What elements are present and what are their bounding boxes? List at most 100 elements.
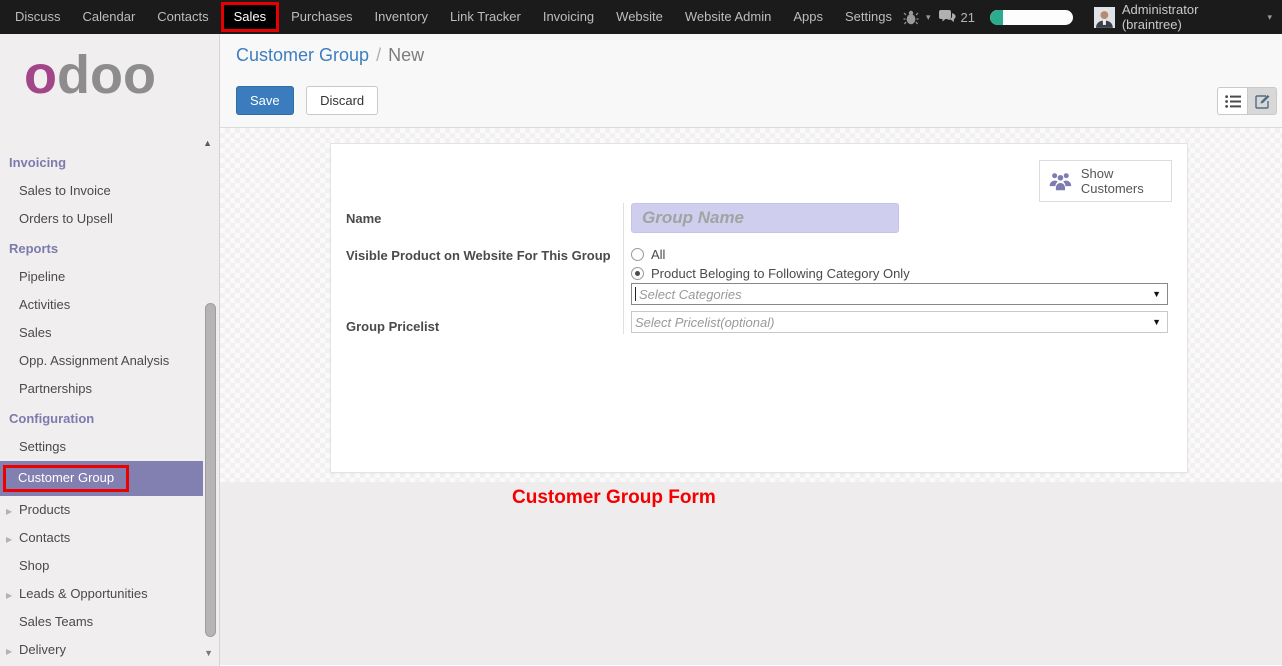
sidebar-item-pipeline[interactable]: Pipeline (0, 263, 219, 291)
sidebar-item-products[interactable]: ▶ Products (0, 496, 219, 524)
chevron-right-icon: ▶ (6, 645, 12, 659)
messages-icon[interactable] (938, 10, 957, 25)
sidebar-item-activities[interactable]: Activities (0, 291, 219, 319)
sidebar-item-customer-group[interactable]: Customer Group (0, 461, 203, 496)
odoo-logo: odoo (24, 48, 156, 102)
nav-item-settings[interactable]: Settings (834, 0, 903, 34)
user-caret-icon[interactable]: ▾ (1267, 12, 1272, 23)
timer-progress-fill (990, 10, 1003, 25)
name-field-label: Name (331, 203, 623, 245)
chevron-right-icon: ▶ (6, 589, 12, 603)
categories-spacer-label (331, 283, 623, 311)
breadcrumb-current: New (388, 45, 424, 65)
nav-item-discuss[interactable]: Discuss (4, 0, 72, 34)
nav-item-inventory[interactable]: Inventory (364, 0, 439, 34)
save-button[interactable]: Save (236, 86, 294, 115)
nav-item-link-tracker[interactable]: Link Tracker (439, 0, 532, 34)
visibility-field-label: Visible Product on Website For This Grou… (331, 245, 623, 283)
nav-item-apps[interactable]: Apps (782, 0, 834, 34)
customers-group-icon (1048, 170, 1073, 193)
name-field-cell (623, 203, 1168, 245)
list-view-button[interactable] (1217, 87, 1247, 115)
sidebar-item-sales[interactable]: Sales (0, 319, 219, 347)
control-panel: Customer Group/New Save Discard (220, 34, 1282, 128)
select-pricelist-placeholder: Select Pricelist(optional) (632, 315, 774, 330)
nav-item-invoicing[interactable]: Invoicing (532, 0, 605, 34)
top-navbar: Discuss Calendar Contacts Sales Purchase… (0, 0, 1282, 34)
nav-item-website-admin[interactable]: Website Admin (674, 0, 782, 34)
sidebar-item-contacts[interactable]: ▶ Contacts (0, 524, 219, 552)
visibility-field-cell: All Product Beloging to Following Catego… (623, 245, 1168, 283)
sidebar-item-partnerships[interactable]: Partnerships (0, 375, 219, 403)
nav-item-contacts[interactable]: Contacts (146, 0, 219, 34)
chevron-right-icon: ▶ (6, 533, 12, 547)
select-categories-placeholder: Select Categories (636, 287, 742, 302)
visibility-option-category-only-label: Product Beloging to Following Category O… (651, 266, 910, 281)
bug-caret-icon[interactable]: ▾ (926, 12, 931, 23)
form-grid: Name Visible Product on Website For This… (331, 203, 1168, 334)
sidebar-item-sales-teams[interactable]: Sales Teams (0, 608, 219, 636)
sidebar-item-label: Leads & Opportunities (19, 586, 148, 601)
sidebar-item-label: Delivery (19, 642, 66, 657)
show-customers-button[interactable]: Show Customers (1039, 160, 1172, 202)
sidebar-item-orders-to-upsell[interactable]: Orders to Upsell (0, 205, 219, 233)
sidebar-item-leads-opportunities[interactable]: ▶ Leads & Opportunities (0, 580, 219, 608)
logo-rest: doo (57, 45, 156, 105)
avatar[interactable] (1094, 7, 1115, 28)
user-menu-label[interactable]: Administrator (braintree) (1122, 2, 1261, 32)
form-sheet-background: Show Customers Name Visible Product on W… (220, 128, 1282, 482)
sidebar-item-label: Products (19, 502, 70, 517)
main-content: Customer Group/New Save Discard (220, 34, 1282, 666)
sidebar-item-delivery[interactable]: ▶ Delivery (0, 636, 219, 664)
visibility-option-all[interactable]: All (631, 245, 1168, 264)
dropdown-arrow-icon[interactable]: ▼ (1152, 289, 1161, 299)
sidebar-section-invoicing: Invoicing (0, 147, 219, 177)
annotation-caption: Customer Group Form (512, 487, 716, 509)
sidebar-scrollbar[interactable] (205, 303, 216, 637)
sidebar-item-label: Contacts (19, 530, 70, 545)
bug-icon[interactable] (903, 10, 919, 25)
list-icon (1225, 95, 1241, 108)
page: { "topnav": { "items": [ {"label": "Disc… (0, 0, 1282, 666)
logo-first-letter: o (24, 45, 57, 105)
nav-item-purchases[interactable]: Purchases (280, 0, 363, 34)
group-name-input[interactable] (631, 203, 899, 233)
select-pricelist-dropdown[interactable]: Select Pricelist(optional) ▼ (631, 311, 1168, 333)
breadcrumb-customer-group-link[interactable]: Customer Group (236, 45, 369, 65)
topnav-right-tools: ▾ 21 Administrator (braintree) ▾ (903, 2, 1282, 32)
timer-progress-pill[interactable] (990, 10, 1073, 25)
pricelist-field-cell: Select Pricelist(optional) ▼ (623, 311, 1168, 334)
select-categories-dropdown[interactable]: Select Categories ▼ (631, 283, 1168, 305)
discard-button[interactable]: Discard (306, 86, 378, 115)
customer-group-highlight-annotation: Customer Group (3, 465, 129, 492)
radio-selected-icon[interactable] (631, 267, 644, 280)
nav-item-website[interactable]: Website (605, 0, 674, 34)
chevron-right-icon: ▶ (6, 505, 12, 519)
message-count-badge[interactable]: 21 (961, 10, 975, 25)
customer-group-form-card: Show Customers Name Visible Product on W… (330, 143, 1188, 473)
nav-item-calendar[interactable]: Calendar (72, 0, 147, 34)
sidebar-section-reports: Reports (0, 233, 219, 263)
visibility-option-category-only[interactable]: Product Beloging to Following Category O… (631, 264, 1168, 283)
breadcrumb: Customer Group/New (236, 45, 424, 66)
sidebar: odoo ▲ Invoicing Sales to Invoice Orders… (0, 34, 220, 666)
nav-item-sales-active[interactable]: Sales (221, 2, 280, 32)
logo-area: odoo ▲ (0, 34, 219, 147)
sidebar-scroll-down-icon[interactable]: ▼ (204, 648, 213, 658)
sidebar-section-configuration: Configuration (0, 403, 219, 433)
show-customers-label: Show Customers (1081, 166, 1163, 196)
radio-unselected-icon[interactable] (631, 248, 644, 261)
sidebar-item-opp-assignment-analysis[interactable]: Opp. Assignment Analysis (0, 347, 219, 375)
breadcrumb-separator: / (369, 45, 388, 65)
dropdown-arrow-icon[interactable]: ▼ (1152, 317, 1161, 327)
sidebar-item-shop[interactable]: Shop (0, 552, 219, 580)
sidebar-menu: Invoicing Sales to Invoice Orders to Ups… (0, 147, 219, 664)
form-view-button[interactable] (1247, 87, 1277, 115)
categories-field-cell: Select Categories ▼ (623, 283, 1168, 311)
below-form-area: Customer Group Form (220, 482, 1282, 665)
sidebar-item-settings[interactable]: Settings (0, 433, 219, 461)
view-switcher (1217, 87, 1277, 115)
edit-form-icon (1255, 94, 1270, 109)
sidebar-item-sales-to-invoice[interactable]: Sales to Invoice (0, 177, 219, 205)
pricelist-field-label: Group Pricelist (331, 311, 623, 334)
